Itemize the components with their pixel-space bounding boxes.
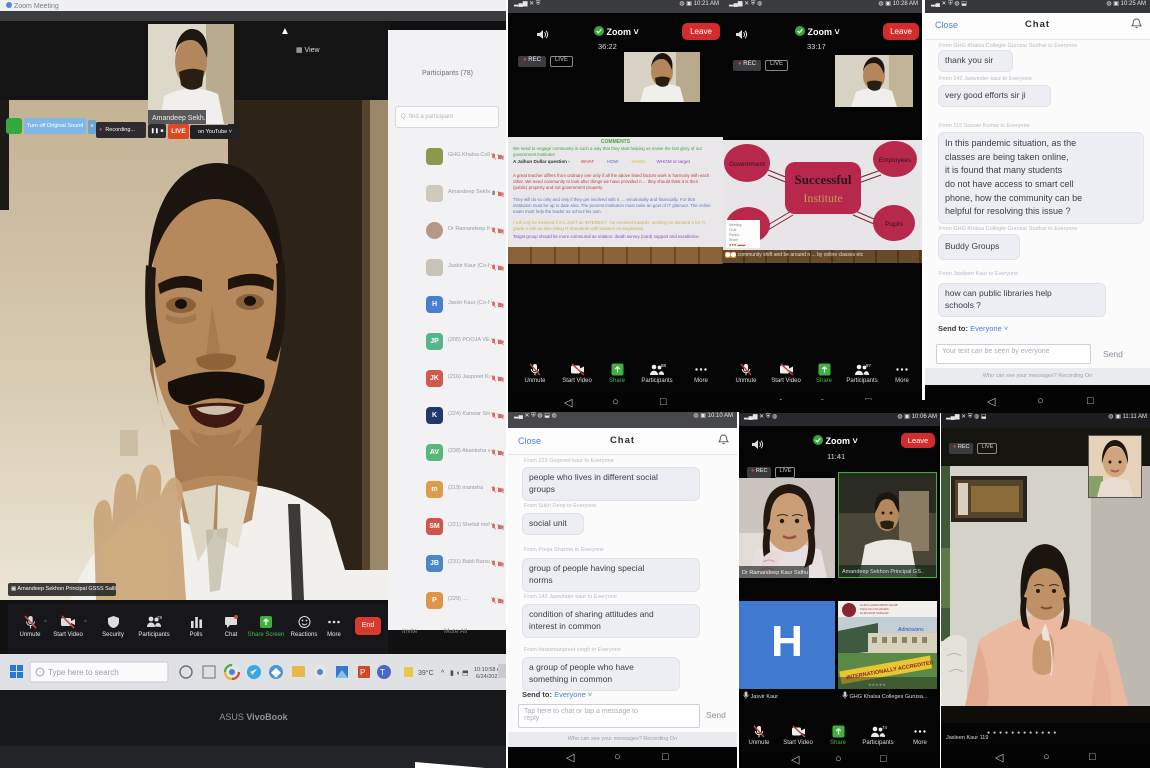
svg-text:78: 78 xyxy=(157,615,162,620)
svg-text:Meeting: Meeting xyxy=(729,223,742,227)
svg-text:39°C: 39°C xyxy=(418,669,434,677)
svg-text:Amandeep Sekh...: Amandeep Sekh... xyxy=(152,115,210,122)
svg-text:Type here to search: Type here to search xyxy=(48,668,119,677)
svg-text:P: P xyxy=(360,668,365,677)
svg-text:Successful: Successful xyxy=(794,172,851,187)
svg-text:74: 74 xyxy=(882,725,887,730)
svg-text:87: 87 xyxy=(866,363,871,368)
svg-text:Partici..: Partici.. xyxy=(729,233,741,237)
svg-text:Pupils: Pupils xyxy=(885,221,903,228)
svg-text:Government: Government xyxy=(729,161,765,168)
svg-text:Employees: Employees xyxy=(879,157,912,164)
svg-text:Admissions: Admissions xyxy=(897,627,924,633)
svg-text:GURUSAR SUDHAR: GURUSAR SUDHAR xyxy=(860,611,889,615)
svg-text:Institute: Institute xyxy=(803,191,842,205)
svg-text:Chat: Chat xyxy=(729,228,736,232)
svg-text:88: 88 xyxy=(661,363,666,368)
svg-text:Dr Ramandeep Kaur Sidhu: Dr Ramandeep Kaur Sidhu xyxy=(742,570,808,576)
svg-text:Amandeep Sekhon Principal GS..: Amandeep Sekhon Principal GS.. xyxy=(842,569,924,575)
svg-text:●●● ▬▬: ●●● ▬▬ xyxy=(729,242,745,247)
svg-text:▮ ◖ ⬒: ▮ ◖ ⬒ xyxy=(450,670,469,677)
svg-text:6/24/2021: 6/24/2021 xyxy=(476,674,500,680)
svg-text:T: T xyxy=(380,668,385,677)
